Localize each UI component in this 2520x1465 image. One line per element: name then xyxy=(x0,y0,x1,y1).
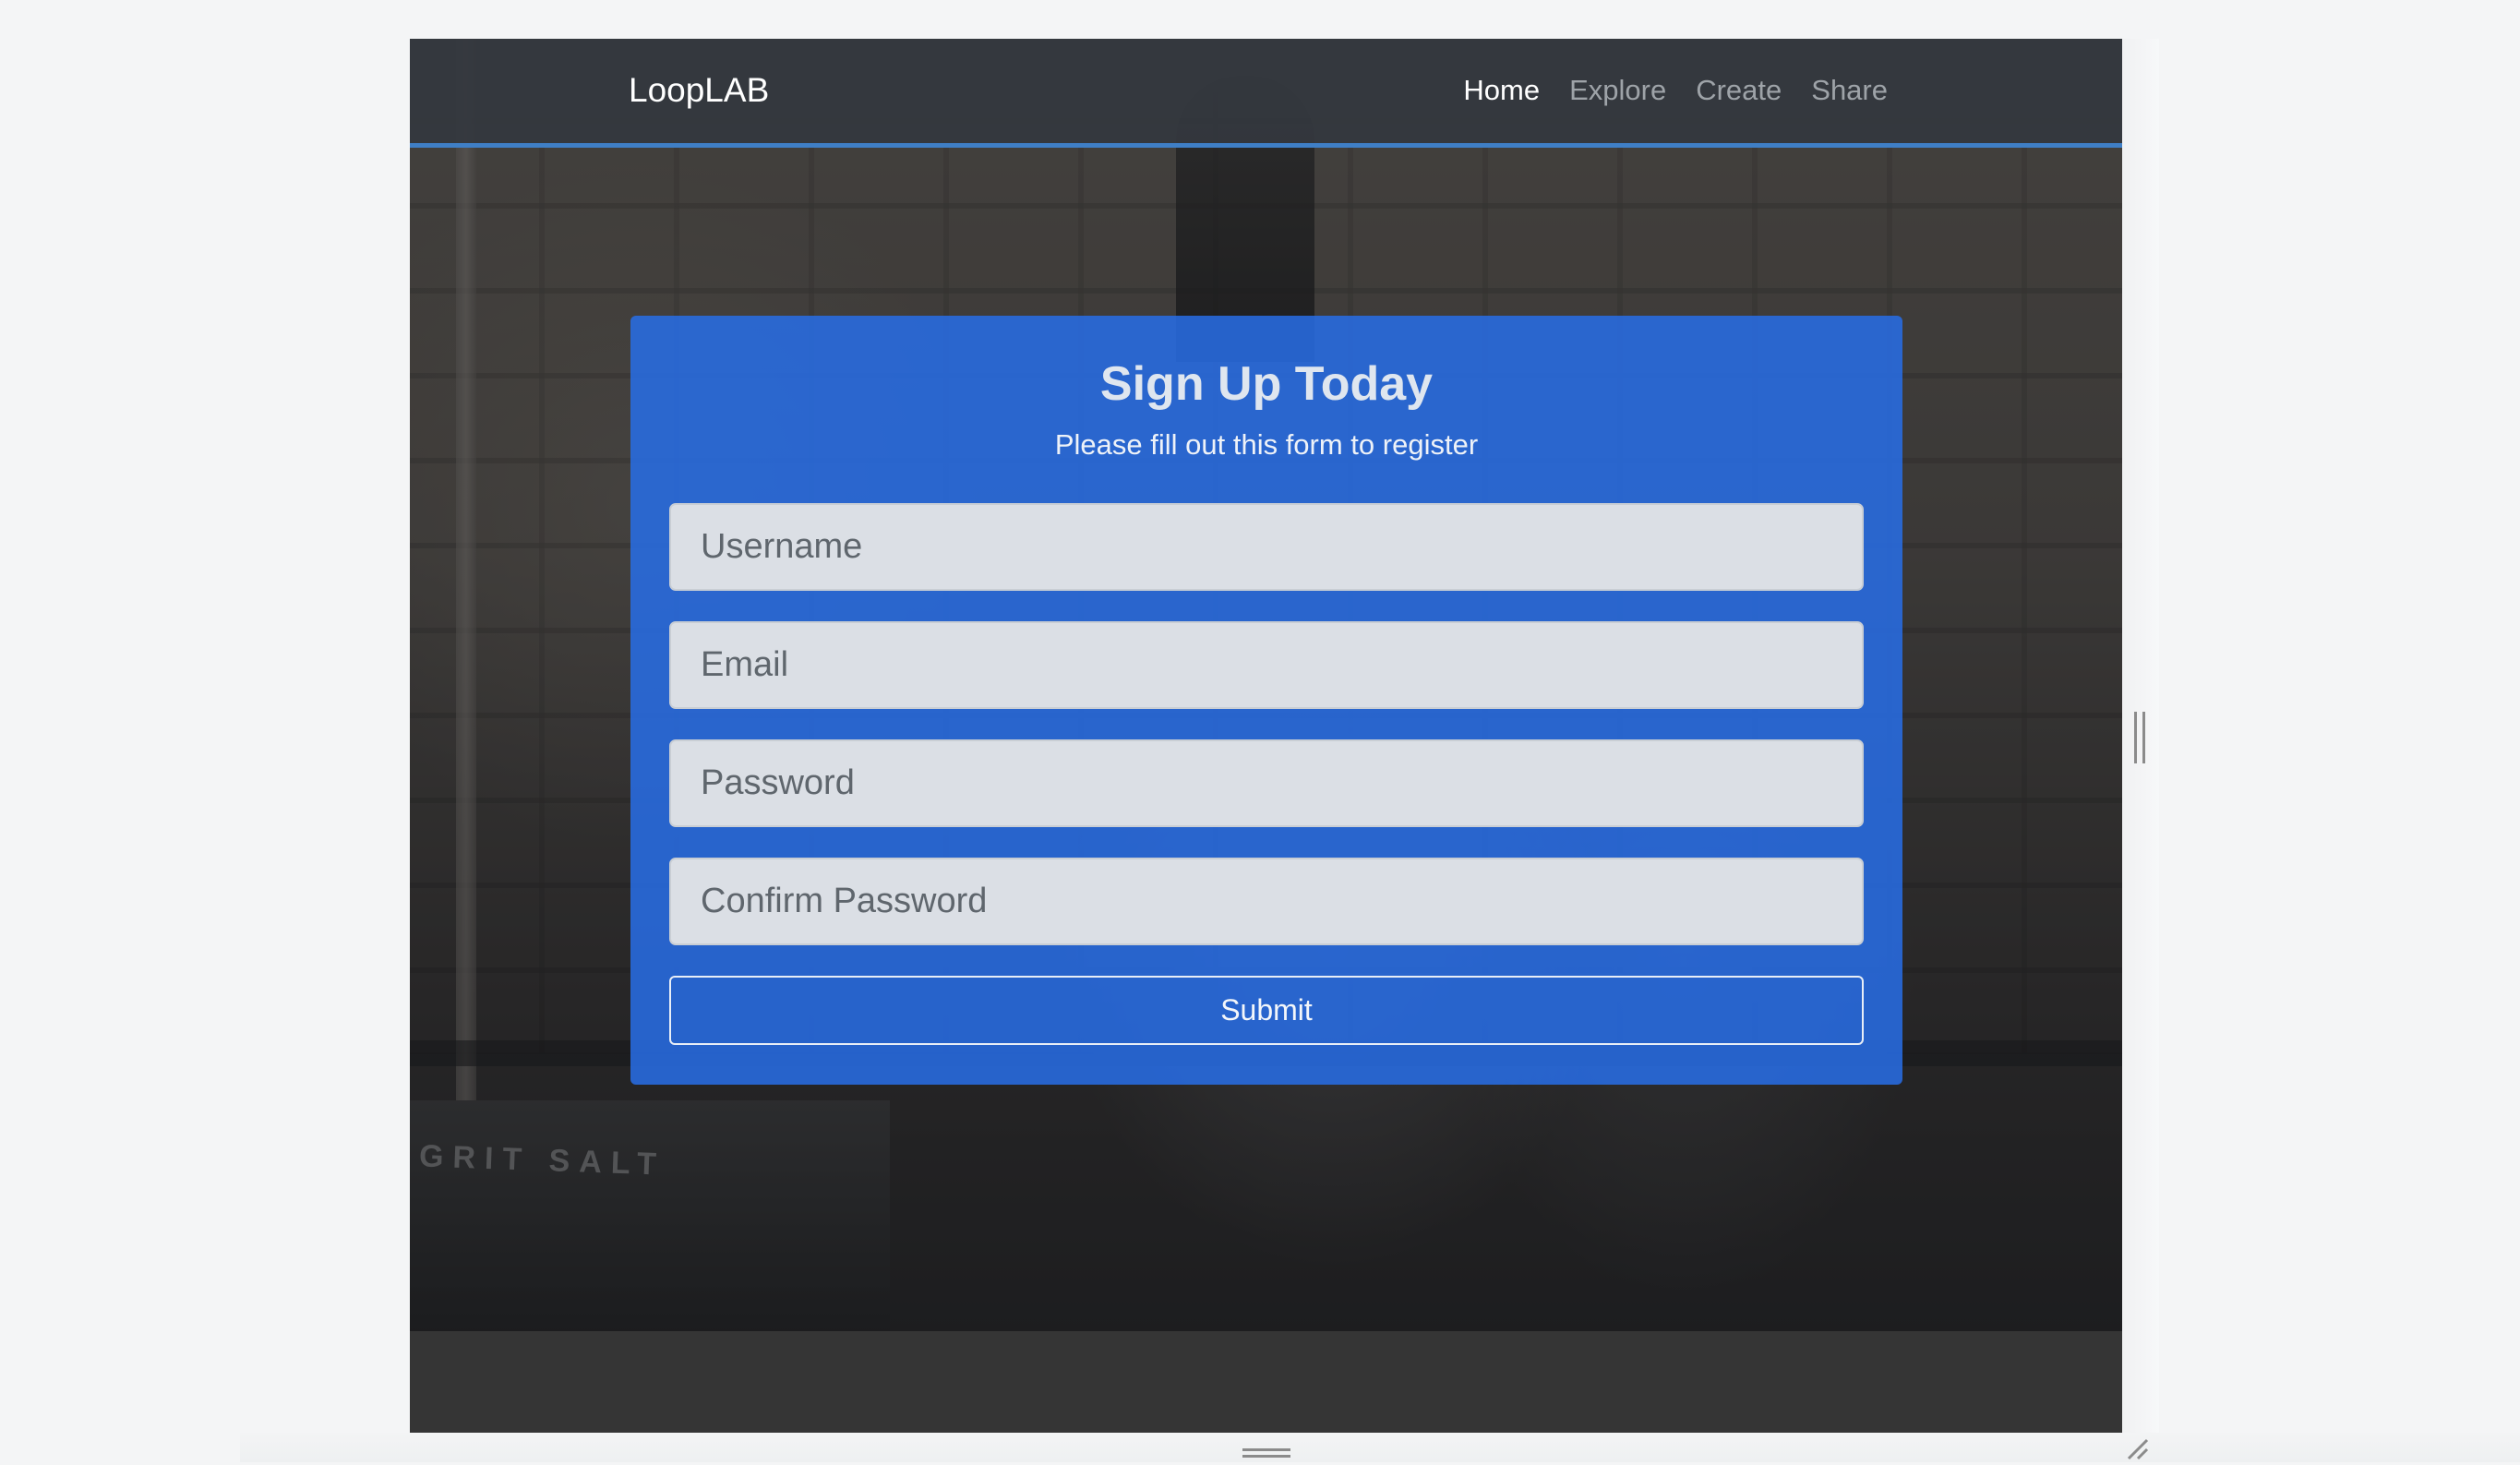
nav-link-share[interactable]: Share xyxy=(1811,74,1888,106)
nav-link-explore[interactable]: Explore xyxy=(1569,74,1666,106)
password-input[interactable] xyxy=(669,739,1864,827)
brand-logo-link[interactable]: LoopLAB xyxy=(629,66,769,114)
page-footer xyxy=(410,1331,2122,1433)
browser-viewport: GRIT SALT Sign Up Today Please fill out … xyxy=(410,39,2122,1433)
username-input[interactable] xyxy=(669,503,1864,591)
submit-button[interactable]: Submit xyxy=(669,976,1864,1045)
signup-card: Sign Up Today Please fill out this form … xyxy=(630,316,1902,1085)
email-input[interactable] xyxy=(669,621,1864,709)
top-navbar: LoopLAB Home Explore Create Share xyxy=(410,39,2122,148)
nav-link-home[interactable]: Home xyxy=(1463,74,1540,106)
signup-title: Sign Up Today xyxy=(1099,357,1434,411)
signup-form: Submit xyxy=(669,503,1864,1045)
confirm-password-input[interactable] xyxy=(669,858,1864,945)
resize-handle-right-icon[interactable] xyxy=(2134,712,2145,763)
resize-corner-icon[interactable] xyxy=(2123,1436,2151,1460)
hero-background: GRIT SALT Sign Up Today Please fill out … xyxy=(410,39,2122,1331)
nav-link-create[interactable]: Create xyxy=(1696,74,1782,106)
signup-subtitle: Please fill out this form to register xyxy=(1054,428,1479,461)
nav-links: Home Explore Create Share xyxy=(1463,66,1888,114)
window-bottom-bar xyxy=(240,1433,2520,1462)
resize-handle-bottom-icon[interactable] xyxy=(1242,1448,1290,1458)
